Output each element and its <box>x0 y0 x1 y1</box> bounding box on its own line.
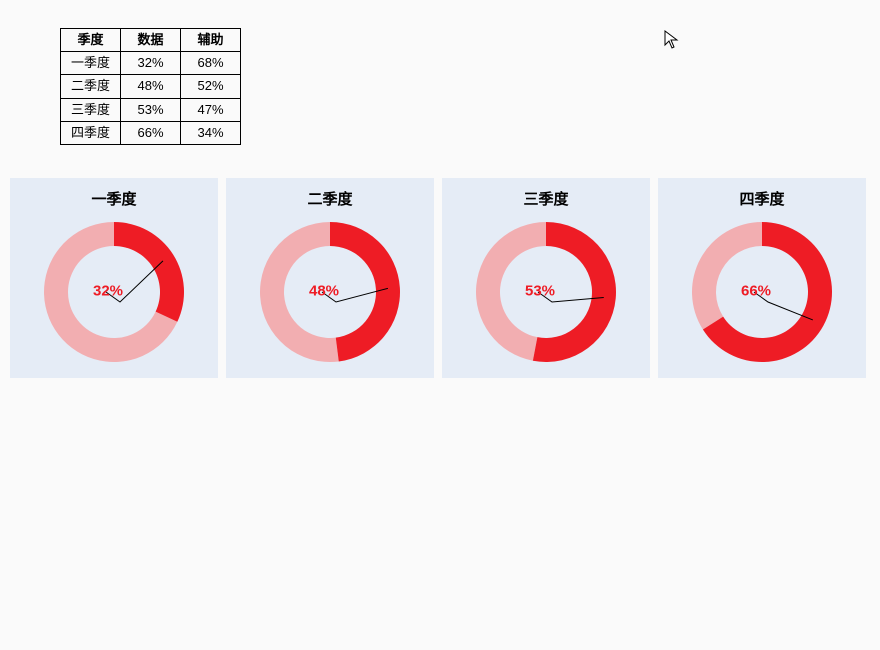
cell-quarter: 二季度 <box>61 75 121 98</box>
table-header-quarter: 季度 <box>61 29 121 52</box>
mouse-cursor-icon <box>664 30 682 50</box>
donut-value-label: 66% <box>741 283 771 300</box>
donut-value-label: 48% <box>309 283 339 300</box>
cell-aux: 34% <box>181 121 241 144</box>
donut-wrap: 66% <box>687 217 837 367</box>
cell-aux: 47% <box>181 98 241 121</box>
cell-aux: 68% <box>181 52 241 75</box>
table-row: 三季度 53% 47% <box>61 98 241 121</box>
cell-data: 48% <box>121 75 181 98</box>
donut-chart-card: 一季度 32% <box>10 178 218 378</box>
cell-quarter: 一季度 <box>61 52 121 75</box>
cell-data: 53% <box>121 98 181 121</box>
donut-slice-data <box>330 222 400 361</box>
cell-aux: 52% <box>181 75 241 98</box>
donut-charts-row: 一季度 32% 二季度 48% 三季度 53% 四季度 66% <box>10 178 866 378</box>
donut-chart-card: 四季度 66% <box>658 178 866 378</box>
chart-title: 二季度 <box>307 188 352 209</box>
donut-wrap: 53% <box>471 217 621 367</box>
table-row: 一季度 32% 68% <box>61 52 241 75</box>
donut-value-label: 32% <box>93 283 123 300</box>
chart-title: 一季度 <box>91 188 136 209</box>
table-header-aux: 辅助 <box>181 29 241 52</box>
chart-title: 三季度 <box>523 188 568 209</box>
table-row: 二季度 48% 52% <box>61 75 241 98</box>
donut-chart-card: 二季度 48% <box>226 178 434 378</box>
donut-wrap: 48% <box>255 217 405 367</box>
table-row: 四季度 66% 34% <box>61 121 241 144</box>
quarterly-table: 季度 数据 辅助 一季度 32% 68% 二季度 48% 52% 三季度 53%… <box>60 28 241 145</box>
cell-quarter: 四季度 <box>61 121 121 144</box>
data-table: 季度 数据 辅助 一季度 32% 68% 二季度 48% 52% 三季度 53%… <box>60 28 241 145</box>
donut-chart-card: 三季度 53% <box>442 178 650 378</box>
chart-title: 四季度 <box>739 188 784 209</box>
cell-quarter: 三季度 <box>61 98 121 121</box>
cell-data: 66% <box>121 121 181 144</box>
donut-slice-aux <box>692 222 762 330</box>
donut-slice-data <box>114 222 184 322</box>
cell-data: 32% <box>121 52 181 75</box>
donut-wrap: 32% <box>39 217 189 367</box>
donut-value-label: 53% <box>525 283 555 300</box>
table-header-data: 数据 <box>121 29 181 52</box>
